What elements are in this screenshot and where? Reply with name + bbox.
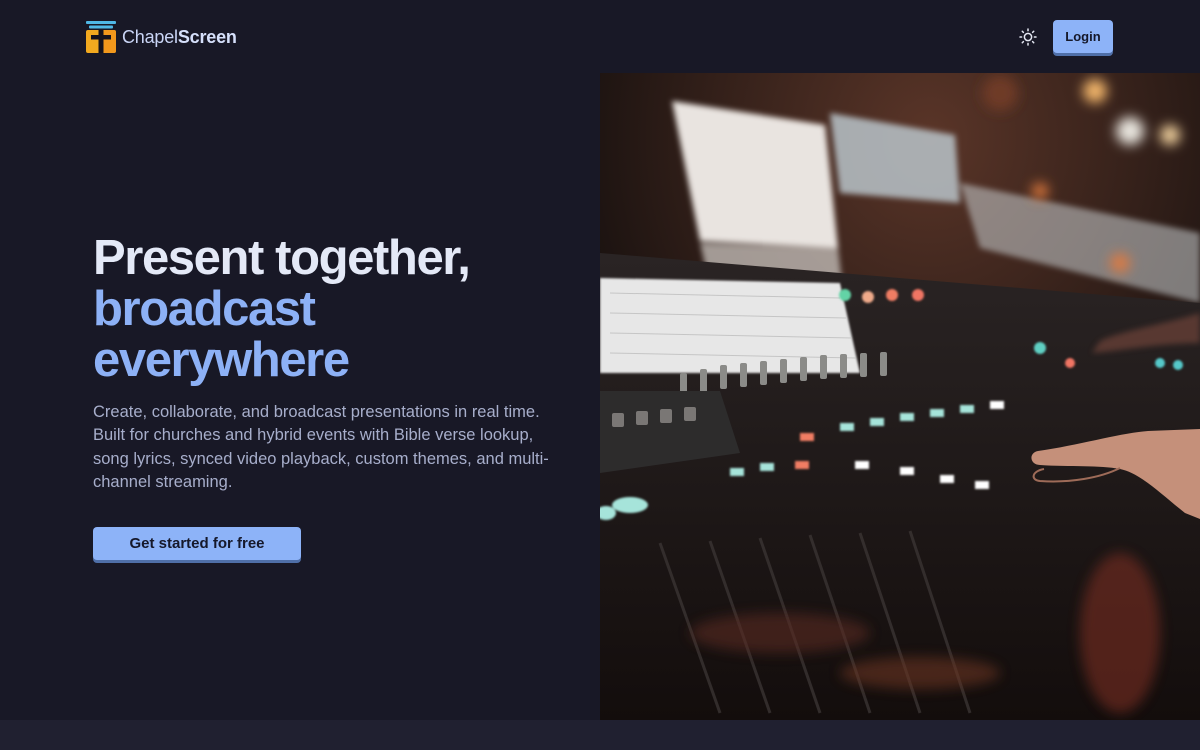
brand-home-link[interactable]: ChapelScreen — [86, 20, 237, 54]
hero-description: Create, collaborate, and broadcast prese… — [93, 403, 549, 491]
footer-strip — [0, 720, 1200, 750]
landing-page: ChapelScreen Login Present together, bro… — [0, 0, 1200, 750]
hero-title: Present together, broadcast everywhere — [93, 233, 563, 386]
get-started-button[interactable]: Get started for free — [93, 527, 301, 560]
hero-section: Present together, broadcast everywhere C… — [93, 233, 563, 494]
hero-title-line-1: Present together, — [93, 231, 471, 285]
login-button[interactable]: Login — [1053, 20, 1113, 53]
brand-name-light: Chapel — [122, 27, 178, 47]
brand-name-bold: Screen — [177, 27, 237, 47]
audio-mixing-console-photo — [600, 73, 1200, 720]
cross-screen-logo-icon — [86, 21, 116, 53]
theme-toggle-button[interactable] — [1016, 26, 1040, 48]
hero-title-line-2: broadcast — [93, 282, 316, 336]
hero-title-line-3: everywhere — [93, 333, 350, 387]
brand-name: ChapelScreen — [122, 28, 237, 46]
sun-icon — [1019, 28, 1037, 46]
